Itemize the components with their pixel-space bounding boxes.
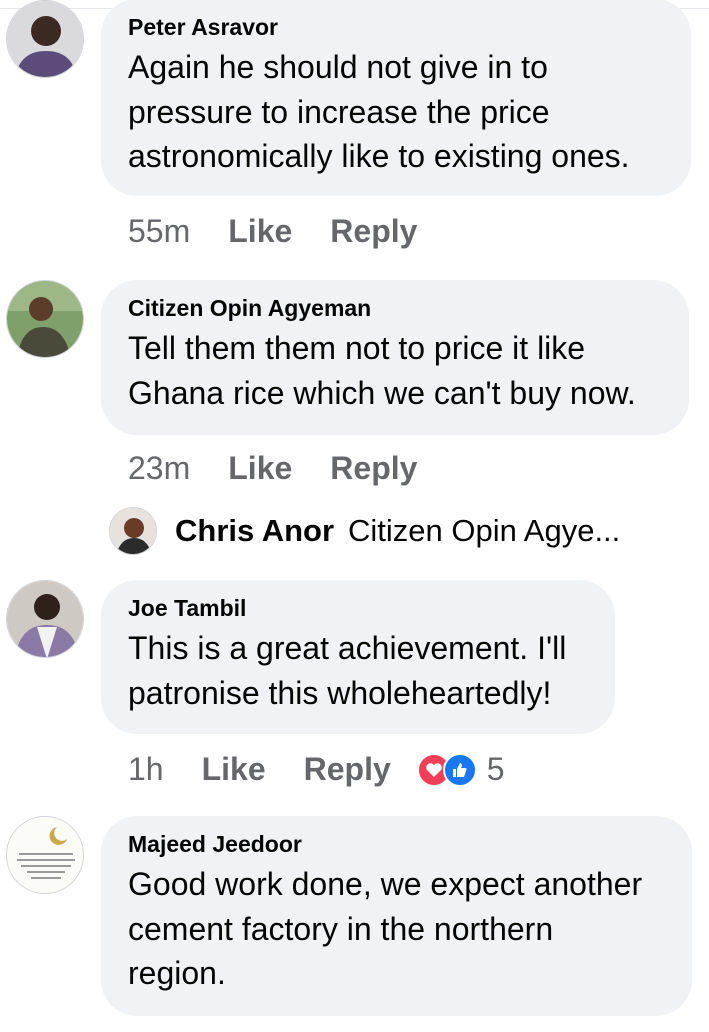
comment-line: This is a great achievement. I'll — [128, 630, 567, 666]
reply-snippet: Citizen Opin Agye... — [348, 513, 621, 548]
avatar[interactable] — [109, 507, 157, 555]
comment-bubble: Joe Tambil This is a great achievement. … — [101, 580, 615, 734]
avatar[interactable] — [6, 280, 84, 358]
reply-button[interactable]: Reply — [330, 450, 417, 487]
comment-timestamp[interactable]: 55m — [128, 213, 190, 250]
comment-author[interactable]: Citizen Opin Agyeman — [128, 294, 661, 322]
reply-preview[interactable]: Chris Anor Citizen Opin Agye... — [109, 507, 620, 555]
comment-line: Good work done, we expect another — [128, 866, 643, 902]
comment-actions: 23m Like Reply — [128, 450, 455, 487]
reply-author[interactable]: Chris Anor — [175, 513, 334, 549]
comment-bubble: Citizen Opin Agyeman Tell them them not … — [101, 280, 689, 435]
comment-line: Tell them them not to price it like — [128, 330, 586, 366]
like-button[interactable]: Like — [202, 751, 266, 788]
reactions-summary[interactable]: 5 — [416, 751, 505, 788]
comment-text: Good work done, we expect another cement… — [128, 862, 664, 996]
comment-actions: 55m Like Reply — [128, 213, 455, 250]
comment-timestamp[interactable]: 1h — [128, 751, 164, 788]
avatar[interactable] — [6, 0, 84, 78]
comment-author[interactable]: Joe Tambil — [128, 594, 587, 622]
comment-line: patronise this wholeheartedly! — [128, 674, 552, 711]
comment-timestamp[interactable]: 23m — [128, 450, 190, 487]
reaction-count: 5 — [486, 751, 505, 787]
comment-text: This is a great achievement. I'll patron… — [128, 626, 587, 715]
comment-author[interactable]: Majeed Jeedoor — [128, 830, 664, 858]
avatar[interactable] — [6, 580, 84, 658]
like-button[interactable]: Like — [228, 450, 292, 487]
comment-bubble: Majeed Jeedoor Good work done, we expect… — [101, 816, 692, 1016]
comment-line: cement factory in the northern — [128, 910, 554, 947]
like-icon — [442, 752, 477, 787]
comment-line: pressure to increase the price — [128, 93, 550, 130]
comment-bubble: Peter Asravor Again he should not give i… — [101, 0, 691, 196]
reply-button[interactable]: Reply — [304, 751, 391, 788]
comment-author[interactable]: Peter Asravor — [128, 13, 663, 41]
like-button[interactable]: Like — [228, 213, 292, 250]
reply-button[interactable]: Reply — [330, 213, 417, 250]
comment-line: Ghana rice which we can't buy now. — [128, 374, 636, 411]
avatar[interactable] — [6, 816, 84, 894]
comment-text: Again he should not give in to pressure … — [128, 45, 663, 179]
comment-text: Tell them them not to price it like Ghan… — [128, 326, 661, 415]
comment-line: Again he should not give in to — [128, 49, 548, 85]
comment-line: region. — [128, 955, 226, 991]
comment-actions: 1h Like Reply 5 — [128, 751, 505, 788]
comment-line: astronomically like to existing ones. — [128, 138, 630, 174]
